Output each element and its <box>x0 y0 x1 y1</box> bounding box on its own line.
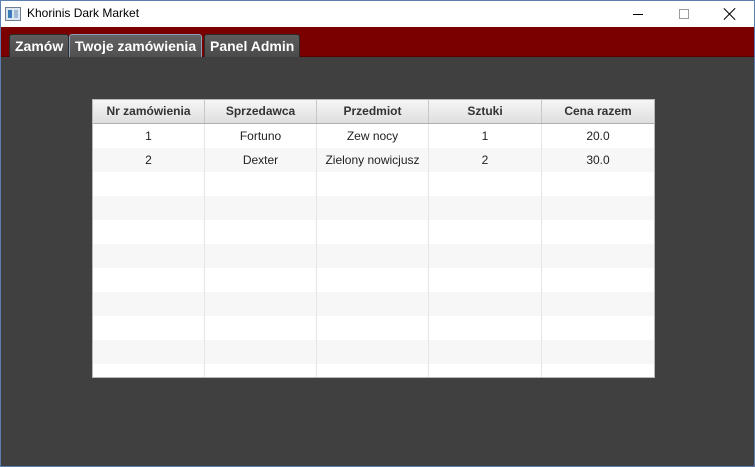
maximize-button[interactable] <box>661 1 707 27</box>
table-header: Nr zamówienia Sprzedawca Przedmiot Sztuk… <box>93 100 654 124</box>
cell-order-number: 2 <box>93 148 205 172</box>
column-header-seller[interactable]: Sprzedawca <box>205 100 317 123</box>
cell-order-number: 1 <box>93 124 205 148</box>
orders-table[interactable]: Nr zamówienia Sprzedawca Przedmiot Sztuk… <box>92 99 655 378</box>
empty-row <box>93 292 654 316</box>
cell-quantity: 1 <box>429 124 542 148</box>
cell-item: Zielony nowicjusz <box>317 148 429 172</box>
empty-row <box>93 268 654 292</box>
cell-seller: Fortuno <box>205 124 317 148</box>
cell-total-price: 30.0 <box>586 153 610 167</box>
empty-row <box>93 172 654 196</box>
app-window-icon <box>5 7 21 21</box>
minimize-button[interactable] <box>615 1 661 27</box>
cell-seller: Dexter <box>205 148 317 172</box>
empty-row <box>93 316 654 340</box>
app-window: Khorinis Dark Market Zamów Twoje zamówie… <box>0 0 755 467</box>
close-icon <box>724 8 736 20</box>
column-header-quantity[interactable]: Sztuki <box>429 100 542 123</box>
maximize-icon <box>679 9 689 19</box>
cell-quantity: 2 <box>429 148 542 172</box>
table-row[interactable]: 1 Fortuno Zew nocy 1 20.0 <box>93 124 654 148</box>
column-header-order-number[interactable]: Nr zamówienia <box>93 100 205 123</box>
empty-row <box>93 364 654 377</box>
column-header-total-price[interactable]: Cena razem <box>542 100 654 123</box>
table-row[interactable]: 2 Dexter Zielony nowicjusz 2 30.0 <box>93 148 654 172</box>
empty-row <box>93 196 654 220</box>
cell-item: Zew nocy <box>317 124 429 148</box>
minimize-icon <box>633 13 643 15</box>
empty-row <box>93 220 654 244</box>
tab-bar: Zamów Twoje zamówienia Panel Admin <box>1 27 754 57</box>
column-header-item[interactable]: Przedmiot <box>317 100 429 123</box>
tab-twoje-zamowienia[interactable]: Twoje zamówienia <box>69 34 203 57</box>
title-bar[interactable]: Khorinis Dark Market <box>1 1 754 27</box>
cell-total-price: 20.0 <box>586 129 610 143</box>
empty-row <box>93 340 654 364</box>
close-button[interactable] <box>707 1 753 27</box>
empty-row <box>93 244 654 268</box>
tab-zamow[interactable]: Zamów <box>9 34 70 57</box>
tab-panel-admin[interactable]: Panel Admin <box>204 34 301 57</box>
window-title: Khorinis Dark Market <box>27 6 140 20</box>
